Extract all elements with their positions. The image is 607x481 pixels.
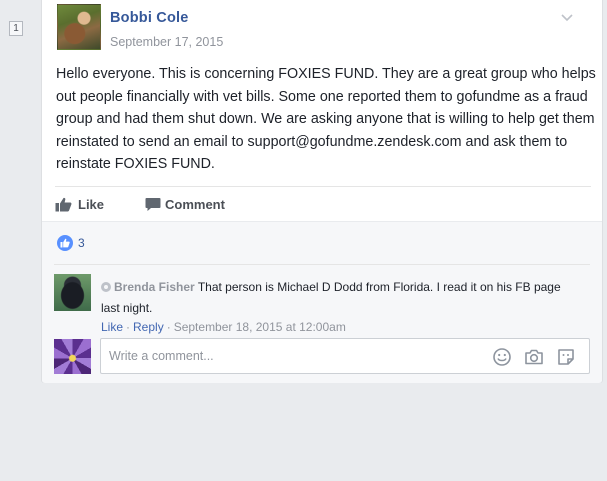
commenter-avatar[interactable] [54, 274, 91, 311]
separator-dot: · [126, 320, 131, 334]
post-card: Bobbi Cole September 17, 2015 Hello ever… [41, 0, 603, 383]
composer-icons [492, 347, 584, 367]
comment-composer [54, 338, 590, 375]
like-icon [57, 235, 73, 251]
comment-meta: Like · Reply · September 18, 2015 at 12:00am [101, 320, 346, 334]
comment-item: Brenda Fisher That person is Michael D D… [54, 274, 590, 334]
sticker-icon[interactable] [556, 347, 576, 367]
post-header: Bobbi Cole September 17, 2015 [57, 4, 587, 52]
like-button[interactable]: Like [55, 196, 104, 214]
separator-dot: · [166, 320, 171, 334]
comment-timestamp[interactable]: September 18, 2015 at 12:00am [174, 320, 346, 334]
post-actions-bar: Like Comment [55, 186, 591, 221]
emoji-icon[interactable] [492, 347, 512, 367]
author-name[interactable]: Bobbi Cole [110, 10, 189, 26]
post-body: Hello everyone. This is concerning FOXIE… [56, 66, 596, 172]
like-button-label: Like [78, 197, 105, 212]
comment-button[interactable]: Comment [145, 196, 225, 214]
current-user-avatar [54, 339, 91, 374]
reaction-count[interactable]: 3 [78, 236, 85, 250]
author-avatar[interactable] [57, 4, 101, 50]
camera-icon[interactable] [524, 347, 544, 367]
comment-like-link[interactable]: Like [101, 320, 123, 334]
gear-icon [101, 282, 111, 292]
thumbs-up-icon [55, 197, 72, 212]
comment-button-label: Comment [165, 197, 225, 212]
post-timestamp[interactable]: September 17, 2015 [110, 35, 223, 49]
comment-reply-link[interactable]: Reply [133, 320, 164, 334]
comment-text-block: Brenda Fisher That person is Michael D D… [101, 277, 581, 319]
page-number-badge[interactable]: 1 [9, 21, 23, 36]
feedback-section: 3 Brenda Fisher That person is Michael D… [42, 221, 602, 383]
commenter-name[interactable]: Brenda Fisher [114, 280, 195, 294]
divider [54, 264, 590, 265]
chevron-down-icon[interactable] [561, 12, 573, 24]
comment-bubble-icon [145, 198, 161, 211]
